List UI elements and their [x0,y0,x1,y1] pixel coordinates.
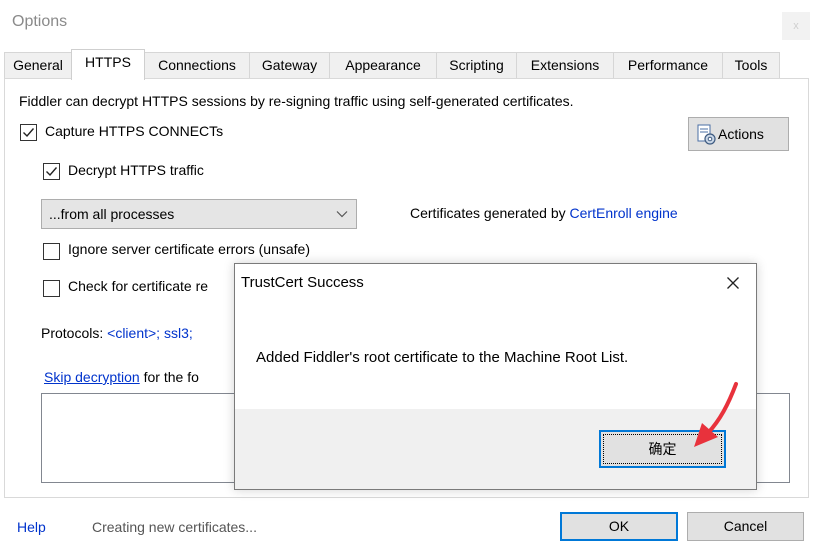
close-icon [727,277,739,289]
tab-strip: General HTTPS Connections Gateway Appear… [4,49,804,80]
process-filter-value: ...from all processes [49,206,175,222]
title-bar: Options x [0,0,813,46]
cancel-button[interactable]: Cancel [687,512,804,541]
trustcert-message: Added Fiddler's root certificate to the … [256,349,629,366]
cert-generator-prefix: Certificates generated by [410,205,570,221]
https-description: Fiddler can decrypt HTTPS sessions by re… [19,93,574,109]
tab-appearance[interactable]: Appearance [329,52,437,79]
tab-connections[interactable]: Connections [144,52,250,79]
tab-general[interactable]: General [4,52,72,79]
check-revocation-checkbox[interactable] [43,280,60,297]
tab-scripting[interactable]: Scripting [436,52,517,79]
window-title: Options [12,13,68,30]
ignore-cert-errors-checkbox[interactable] [43,243,60,260]
capture-connects-checkbox[interactable] [20,124,37,141]
tab-gateway[interactable]: Gateway [249,52,330,79]
trustcert-title-bar: TrustCert Success [235,264,756,302]
annotation-arrow-icon [694,382,738,447]
checkmark-icon [23,128,35,138]
protocols-link[interactable]: <client>; ssl3; [107,325,193,341]
skip-decryption-text: Skip decryption for the fo [44,369,199,385]
skip-decryption-suffix: for the fo [139,369,199,385]
cert-generator-text: Certificates generated by CertEnroll eng… [410,205,678,221]
chevron-down-icon [336,211,348,218]
checkmark-icon [46,167,58,177]
ignore-cert-errors-label: Ignore server certificate errors (unsafe… [68,241,310,257]
certificate-gear-icon [697,124,716,145]
capture-connects-label: Capture HTTPS CONNECTs [45,123,224,139]
help-link[interactable]: Help [17,519,46,535]
tab-performance[interactable]: Performance [613,52,723,79]
tab-https[interactable]: HTTPS [71,49,145,80]
decrypt-traffic-checkbox[interactable] [43,163,60,180]
actions-button-label: Actions [718,126,764,142]
window-close-button[interactable]: x [782,12,810,40]
ok-button[interactable]: OK [560,512,678,541]
decrypt-traffic-label: Decrypt HTTPS traffic [68,162,204,178]
actions-button[interactable]: Actions [688,117,789,151]
check-revocation-label: Check for certificate re [68,278,209,294]
process-filter-select[interactable]: ...from all processes [41,199,357,229]
tab-tools[interactable]: Tools [722,52,780,79]
skip-decryption-link[interactable]: Skip decryption [44,369,140,385]
protocols-text: Protocols: <client>; ssl3; [41,325,193,341]
trustcert-close-button[interactable] [719,271,747,295]
status-text: Creating new certificates... [92,519,257,535]
trustcert-title: TrustCert Success [241,274,364,291]
cert-generator-link[interactable]: CertEnroll engine [570,205,678,221]
protocols-label: Protocols: [41,325,108,341]
tab-extensions[interactable]: Extensions [516,52,614,79]
